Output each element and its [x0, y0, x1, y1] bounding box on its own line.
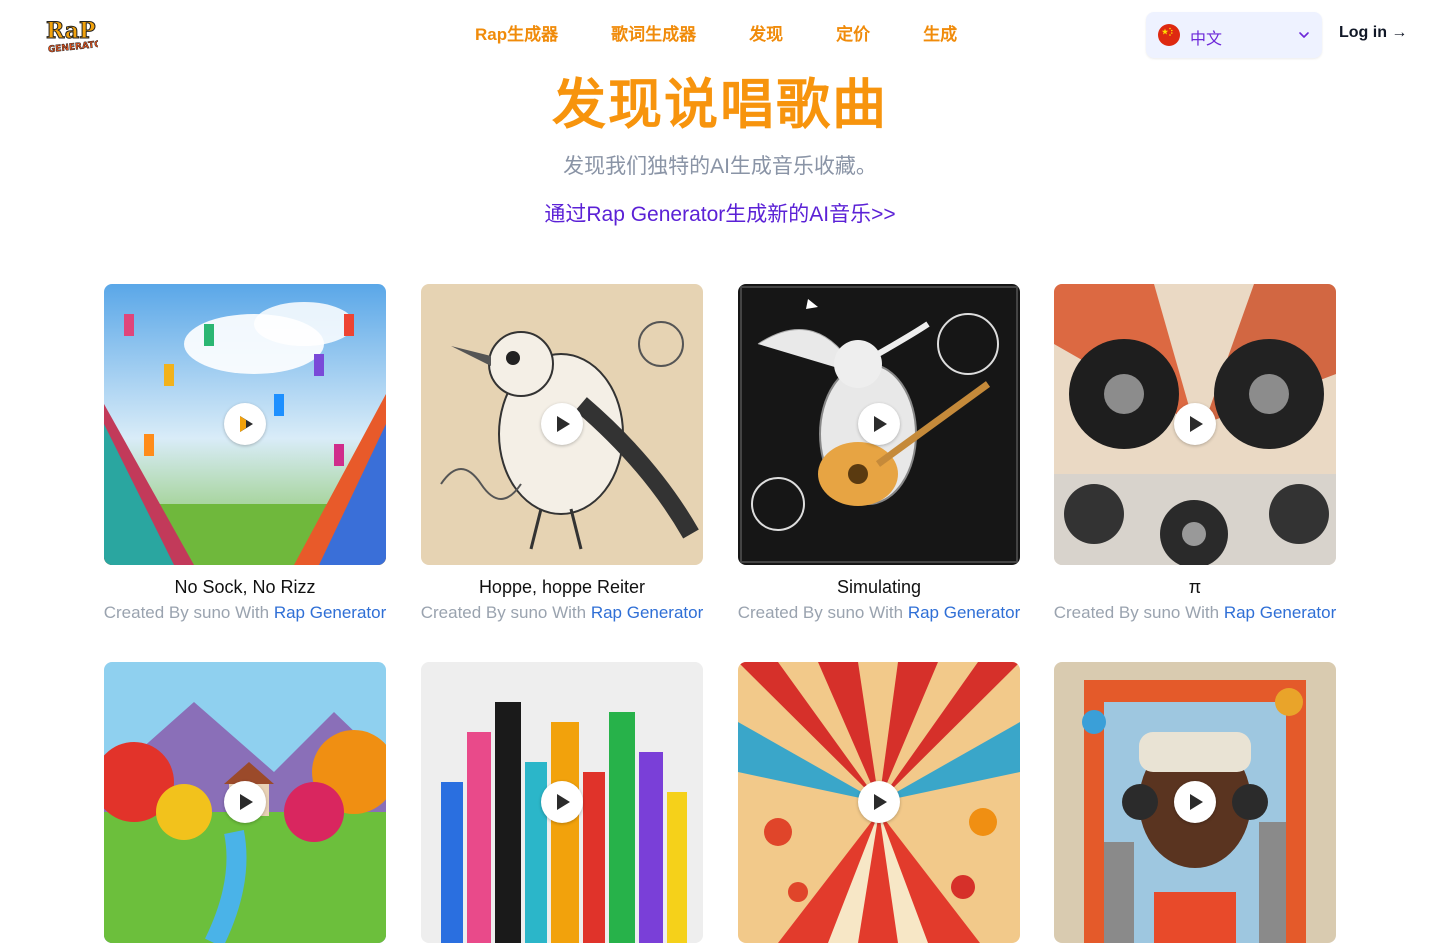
nav-lyrics-generator[interactable]: 歌词生成器 [611, 24, 696, 46]
play-icon [874, 416, 887, 432]
login-link[interactable]: Log in → [1339, 24, 1407, 42]
play-icon [1190, 416, 1203, 432]
nav-rap-generator[interactable]: Rap生成器 [475, 24, 558, 46]
song-cover-image[interactable] [738, 284, 1020, 565]
credit-prefix: Created By suno With [103, 603, 274, 622]
credit-prefix: Created By suno With [737, 603, 908, 622]
rap-generator-link[interactable]: Rap Generator [908, 603, 1020, 622]
song-title: No Sock, No Rizz [174, 577, 316, 597]
nav-discover[interactable]: 发现 [749, 24, 783, 46]
song-credit: Created By suno With Rap Generator [718, 602, 1040, 624]
song-credit: Created By suno With Rap Generator [401, 602, 723, 624]
song-cover-image[interactable] [738, 662, 1020, 943]
play-button[interactable] [541, 781, 583, 823]
song-cover-image[interactable] [104, 284, 386, 565]
song-credit: Created By suno With Rap Generator [84, 602, 406, 624]
song-title: π [1188, 577, 1202, 597]
song-cover-image[interactable] [421, 284, 703, 565]
play-icon [557, 416, 570, 432]
song-cover-image[interactable] [421, 662, 703, 943]
play-button[interactable] [1174, 781, 1216, 823]
play-button[interactable] [858, 403, 900, 445]
play-button[interactable] [224, 781, 266, 823]
play-icon [240, 794, 253, 810]
play-icon [1190, 794, 1203, 810]
generate-music-link[interactable]: 通过Rap Generator生成新的AI音乐>> [0, 201, 1440, 229]
rap-generator-link[interactable]: Rap Generator [274, 603, 386, 622]
song-title: Hoppe, hoppe Reiter [478, 577, 646, 597]
page-subtitle: 发现我们独特的AI生成音乐收藏。 [563, 155, 877, 178]
song-title: Simulating [836, 577, 922, 597]
play-button[interactable] [1174, 403, 1216, 445]
nav-generate[interactable]: 生成 [923, 24, 957, 46]
song-cover-image[interactable] [1054, 284, 1336, 565]
play-button[interactable] [541, 403, 583, 445]
rap-generator-logo[interactable]: RaP GENERATOR [44, 14, 99, 56]
song-cover-image[interactable] [104, 662, 386, 943]
song-cover-image[interactable] [1054, 662, 1336, 943]
china-flag-icon [1158, 24, 1180, 46]
nav-pricing[interactable]: 定价 [836, 24, 870, 46]
rap-generator-link[interactable]: Rap Generator [1224, 603, 1336, 622]
rap-generator-link[interactable]: Rap Generator [591, 603, 703, 622]
language-label: 中文 [1190, 31, 1223, 48]
page-title: 发现说唱歌曲 [552, 75, 888, 135]
credit-prefix: Created By suno With [420, 603, 591, 622]
site-header: RaP GENERATOR Rap生成器 歌词生成器 发现 定价 生成 中文 L… [0, 0, 1440, 70]
language-selector[interactable]: 中文 [1146, 12, 1322, 58]
play-icon [240, 416, 253, 432]
play-button[interactable] [224, 403, 266, 445]
song-credit: Created By suno With Rap Generator [1034, 602, 1356, 624]
play-button[interactable] [858, 781, 900, 823]
play-icon [874, 794, 887, 810]
chevron-down-icon [1299, 32, 1309, 38]
credit-prefix: Created By suno With [1053, 603, 1224, 622]
play-icon [557, 794, 570, 810]
main-nav: Rap生成器 歌词生成器 发现 定价 生成 [475, 24, 1010, 46]
